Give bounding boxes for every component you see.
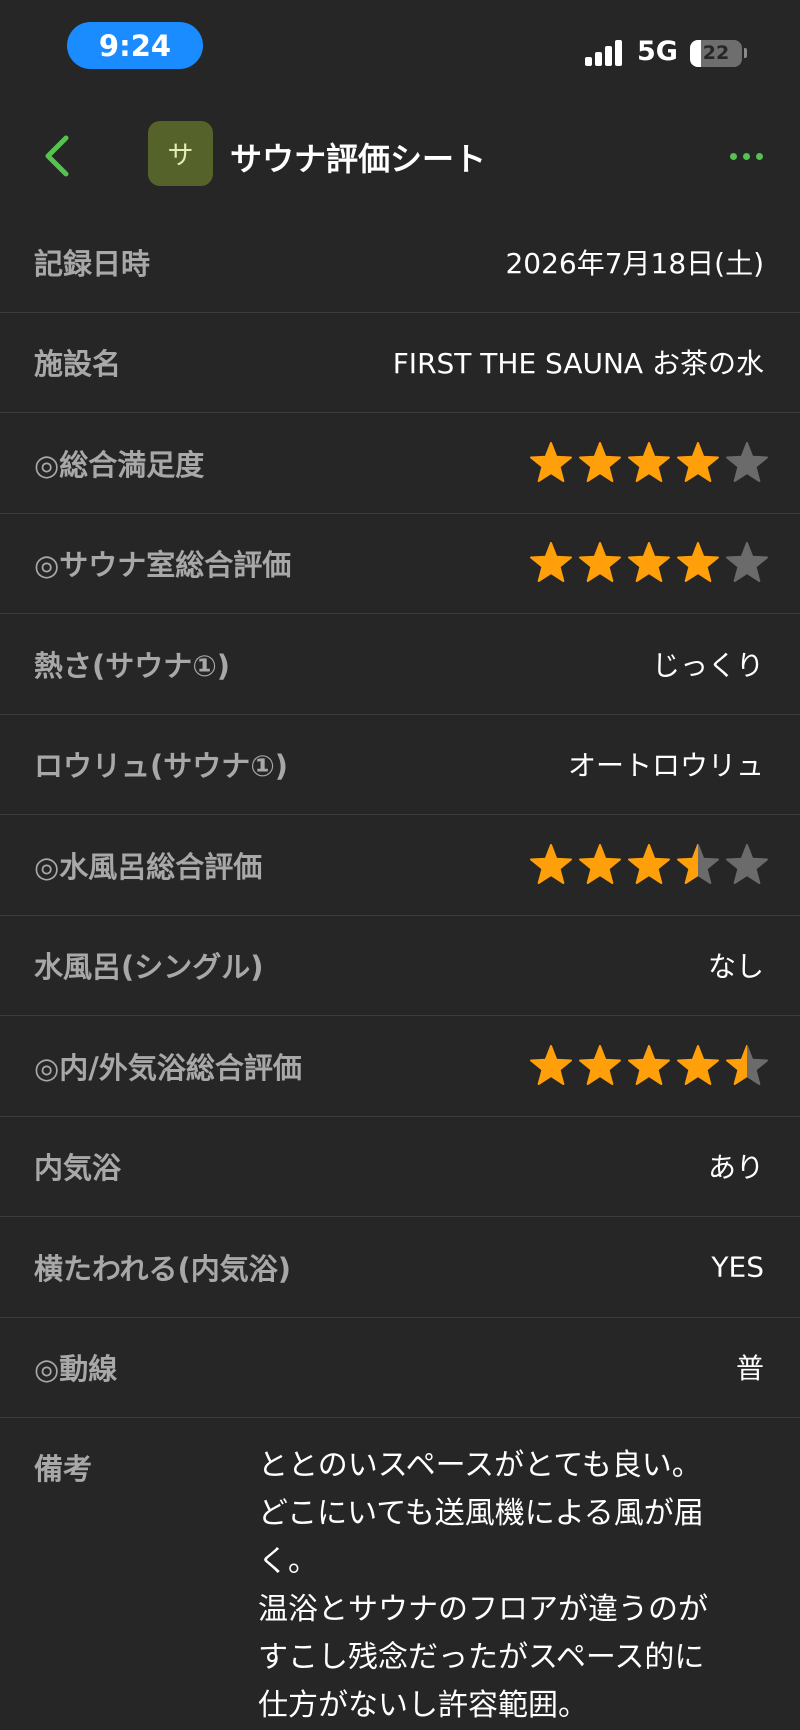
notes-line: 温浴とサウナのフロアが違うのが bbox=[258, 1592, 708, 1627]
notes-line: ととのいスペースがとても良い。 bbox=[258, 1448, 702, 1483]
star-rating-graphic bbox=[530, 542, 768, 583]
star-rating-graphic bbox=[530, 441, 768, 482]
row-loyly[interactable]: ロウリュ(サウナ①) オートロウリュ bbox=[0, 715, 800, 815]
cellular-signal-icon bbox=[585, 40, 625, 66]
more-button[interactable] bbox=[730, 146, 770, 166]
notes-label: 備考 bbox=[34, 1452, 93, 1486]
nav-bar: サ サウナ評価シート bbox=[0, 100, 800, 212]
star-empty-icon[interactable] bbox=[726, 441, 768, 482]
row-facility-name[interactable]: 施設名 FIRST THE SAUNA お茶の水 bbox=[0, 313, 800, 413]
row-label: 施設名 bbox=[34, 347, 122, 382]
app-icon[interactable]: サ bbox=[148, 121, 213, 186]
star-rating[interactable] bbox=[530, 843, 768, 886]
row-cold-bath-rating[interactable]: ◎水風呂総合評価 bbox=[0, 815, 800, 916]
row-value: FIRST THE SAUNA お茶の水 bbox=[392, 347, 764, 381]
star-filled-icon[interactable] bbox=[579, 441, 621, 482]
notes-line: すこし残念だったがスペース的に bbox=[258, 1640, 705, 1675]
row-value: なし bbox=[707, 950, 764, 984]
star-filled-icon[interactable] bbox=[677, 441, 719, 482]
row-label: 熱さ(サウナ①) bbox=[34, 648, 231, 683]
row-label: 水風呂(シングル) bbox=[34, 950, 264, 985]
row-air-bath-rating[interactable]: ◎内/外気浴総合評価 bbox=[0, 1016, 800, 1117]
evaluation-list: 記録日時 2026年7月18日(土) 施設名 FIRST THE SAUNA お… bbox=[0, 212, 800, 1730]
star-filled-icon[interactable] bbox=[579, 843, 621, 884]
star-filled-icon[interactable] bbox=[579, 1044, 621, 1085]
row-notes[interactable]: 備考 ととのいスペースがとても良い。 どこにいても送風機による風が届 く。温浴とサウ… bbox=[0, 1418, 800, 1730]
row-value: YES bbox=[711, 1250, 764, 1284]
row-value: 普 bbox=[735, 1352, 764, 1386]
star-rating-graphic bbox=[530, 843, 768, 884]
star-filled-icon[interactable] bbox=[579, 542, 621, 583]
row-label: ◎水風呂総合評価 bbox=[34, 849, 263, 884]
star-empty-icon[interactable] bbox=[726, 542, 768, 583]
star-filled-icon[interactable] bbox=[628, 542, 670, 583]
row-label: ◎動線 bbox=[34, 1352, 118, 1387]
row-label: 内気浴 bbox=[34, 1151, 122, 1186]
row-record-date[interactable]: 記録日時 2026年7月18日(土) bbox=[0, 212, 800, 313]
row-label: ロウリュ(サウナ①) bbox=[34, 749, 289, 784]
battery-icon: 22 bbox=[690, 40, 742, 67]
page-title: サウナ評価シート bbox=[230, 140, 487, 178]
star-filled-icon[interactable] bbox=[530, 441, 572, 482]
status-bar: 9:24 5G 22 bbox=[0, 0, 800, 100]
row-value: あり bbox=[707, 1151, 764, 1185]
star-filled-icon[interactable] bbox=[677, 542, 719, 583]
back-button[interactable] bbox=[34, 126, 84, 186]
row-overall-satisfaction[interactable]: ◎総合満足度 bbox=[0, 413, 800, 514]
more-horizontal-icon bbox=[743, 152, 750, 160]
battery-level: 22 bbox=[702, 42, 730, 64]
row-label: ◎総合満足度 bbox=[34, 447, 205, 482]
more-horizontal-icon bbox=[756, 152, 763, 160]
row-label: ◎内/外気浴総合評価 bbox=[34, 1050, 302, 1085]
battery-tip bbox=[744, 48, 747, 58]
row-value: 2026年7月18日(土) bbox=[505, 246, 764, 280]
status-time[interactable]: 9:24 bbox=[67, 22, 203, 69]
row-sauna-room-rating[interactable]: ◎サウナ室総合評価 bbox=[0, 514, 800, 614]
row-indoor-air-bath[interactable]: 内気浴 あり bbox=[0, 1117, 800, 1217]
star-half-icon[interactable] bbox=[677, 843, 719, 884]
star-rating[interactable] bbox=[530, 1044, 768, 1087]
star-filled-icon[interactable] bbox=[530, 843, 572, 884]
row-label: 横たわれる(内気浴) bbox=[34, 1251, 292, 1286]
star-filled-icon[interactable] bbox=[628, 843, 670, 884]
notes-line: どこにいても送風機による風が届 bbox=[258, 1496, 704, 1531]
row-value: オートロウリュ bbox=[567, 749, 764, 783]
row-heat[interactable]: 熱さ(サウナ①) じっくり bbox=[0, 614, 800, 715]
star-rating[interactable] bbox=[530, 441, 768, 484]
star-empty-icon[interactable] bbox=[726, 843, 768, 884]
star-rating[interactable] bbox=[530, 542, 768, 584]
star-filled-icon[interactable] bbox=[530, 1044, 572, 1085]
network-type: 5G bbox=[637, 36, 678, 67]
row-label: ◎サウナ室総合評価 bbox=[34, 548, 292, 583]
notes-text: ととのいスペースがとても良い。 どこにいても送風機による風が届 く。温浴とサウナのフ… bbox=[258, 1442, 768, 1730]
notes-line: く。 bbox=[258, 1544, 318, 1579]
star-rating-graphic bbox=[530, 1044, 768, 1085]
star-filled-icon[interactable] bbox=[677, 1044, 719, 1085]
star-half-icon[interactable] bbox=[726, 1044, 768, 1085]
star-filled-icon[interactable] bbox=[530, 542, 572, 583]
notes-line: 仕方がないし許容範囲。 bbox=[258, 1688, 588, 1723]
more-horizontal-icon bbox=[730, 152, 737, 160]
row-cold-bath-single[interactable]: 水風呂(シングル) なし bbox=[0, 916, 800, 1016]
row-label: 記録日時 bbox=[34, 246, 151, 281]
row-lie-down[interactable]: 横たわれる(内気浴) YES bbox=[0, 1217, 800, 1318]
star-filled-icon[interactable] bbox=[628, 1044, 670, 1085]
chevron-left-icon bbox=[45, 135, 69, 177]
star-filled-icon[interactable] bbox=[628, 441, 670, 482]
row-value: じっくり bbox=[651, 648, 764, 682]
row-flow-line[interactable]: ◎動線 普 bbox=[0, 1318, 800, 1418]
